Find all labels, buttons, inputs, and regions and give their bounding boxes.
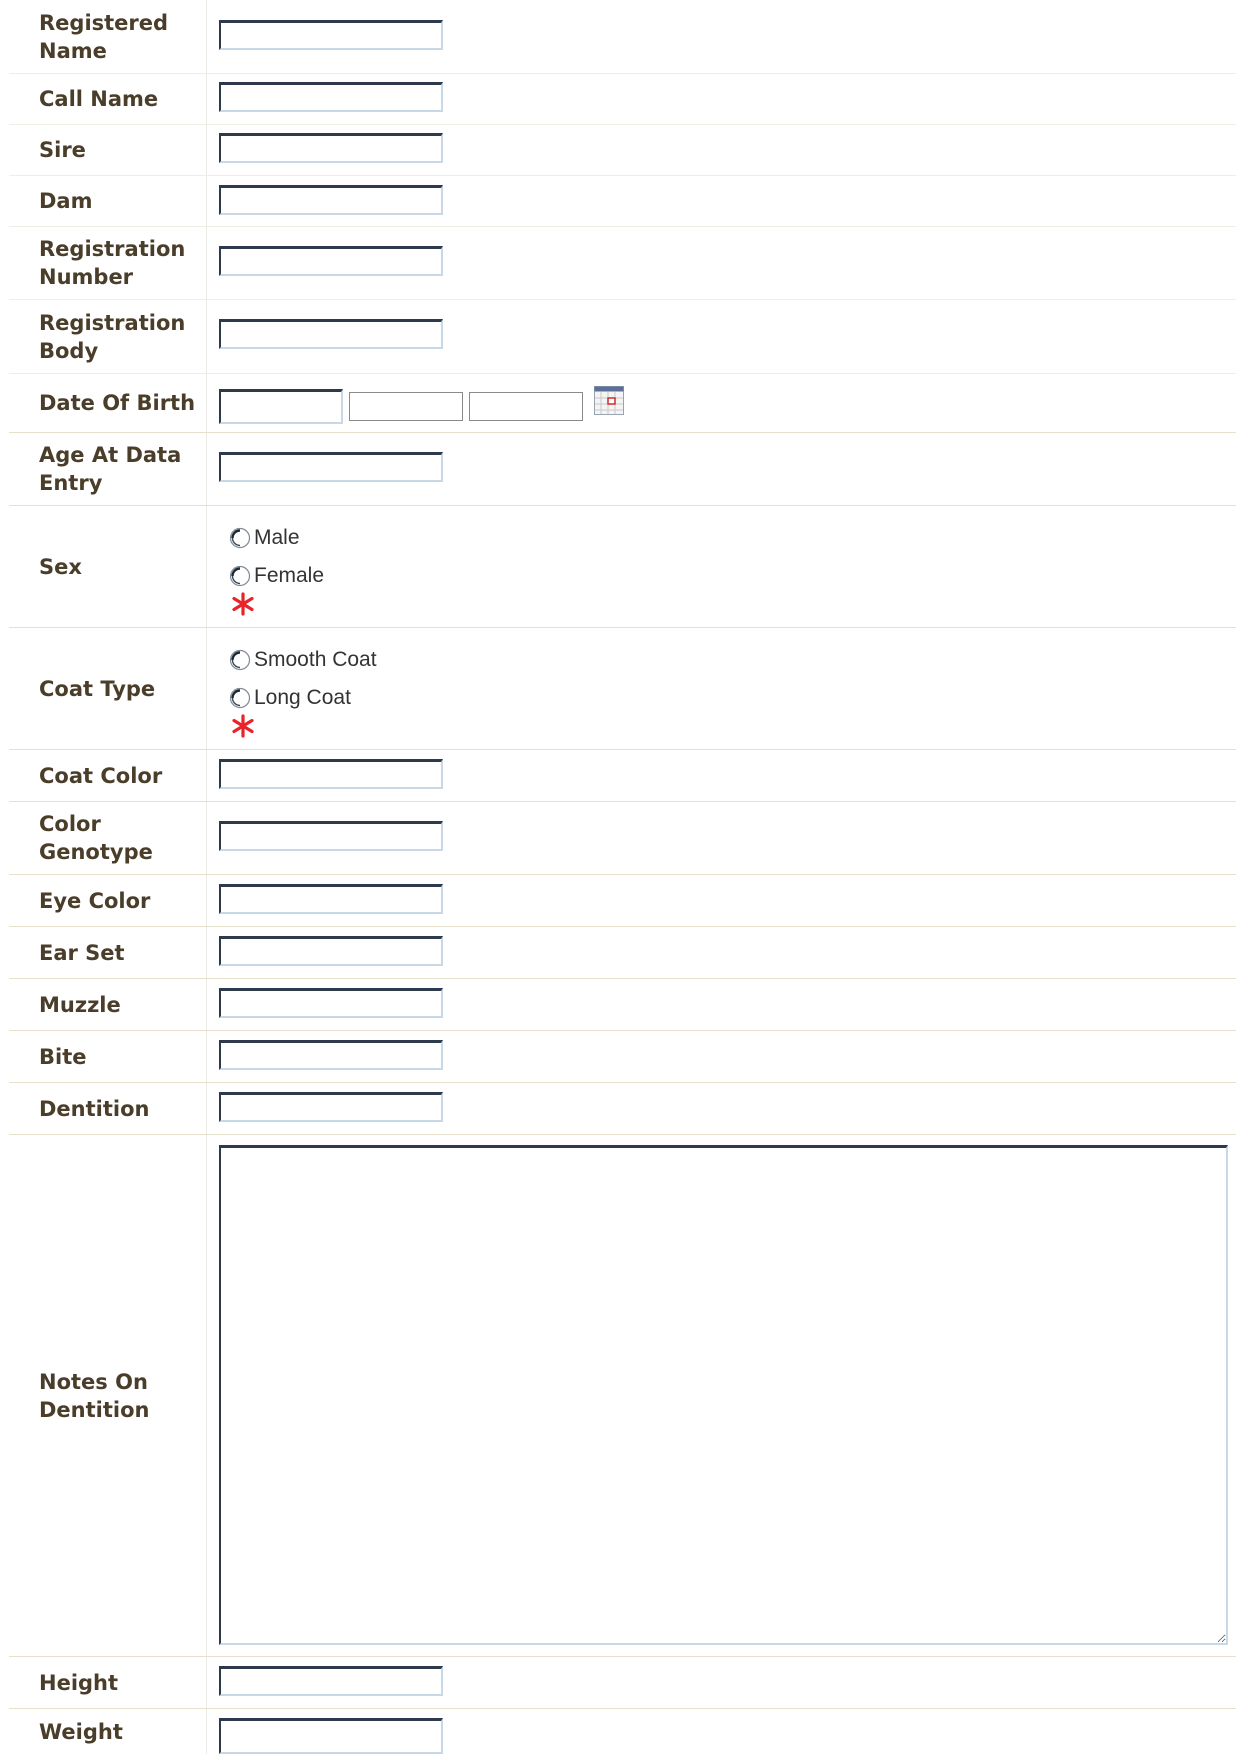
dentition-label: Dentition bbox=[39, 1096, 150, 1121]
coat-type-label: Coat Type bbox=[39, 676, 156, 701]
row-call-name: Call Name bbox=[9, 74, 1236, 125]
radio-button[interactable] bbox=[229, 649, 251, 671]
row-sire: Sire bbox=[9, 125, 1236, 176]
ear-set-label: Ear Set bbox=[39, 940, 125, 965]
row-registration-number: Registration Number bbox=[9, 227, 1236, 300]
color-genotype-input[interactable] bbox=[219, 821, 443, 851]
row-bite: Bite bbox=[9, 1031, 1236, 1083]
row-ear-set: Ear Set bbox=[9, 927, 1236, 979]
bite-input[interactable] bbox=[219, 1040, 443, 1070]
row-eye-color: Eye Color bbox=[9, 875, 1236, 927]
call-name-input[interactable] bbox=[219, 82, 443, 112]
height-label: Height bbox=[39, 1670, 119, 1695]
asterisk-icon bbox=[232, 592, 254, 616]
color-genotype-label: Color Genotype bbox=[39, 812, 153, 864]
radio-button[interactable] bbox=[229, 565, 251, 587]
age-at-data-entry-label: Age At Data Entry bbox=[39, 443, 182, 495]
date-of-birth-day-input[interactable] bbox=[219, 389, 343, 424]
row-registration-body: Registration Body bbox=[9, 300, 1236, 374]
radio-button[interactable] bbox=[229, 687, 251, 709]
row-muzzle: Muzzle bbox=[9, 979, 1236, 1031]
row-sex: Sex bbox=[9, 506, 1236, 628]
eye-color-label: Eye Color bbox=[39, 888, 151, 913]
weight-input[interactable] bbox=[219, 1718, 443, 1754]
coat-type-option-smooth-label: Smooth Coat bbox=[254, 648, 377, 671]
coat-color-label: Coat Color bbox=[39, 763, 163, 788]
row-coat-type: Coat Type bbox=[9, 628, 1236, 750]
ear-set-input[interactable] bbox=[219, 936, 443, 966]
height-input[interactable] bbox=[219, 1666, 443, 1696]
sex-option-male-label: Male bbox=[254, 526, 300, 549]
registration-body-label: Registration Body bbox=[39, 310, 186, 363]
sex-option-male[interactable]: Male bbox=[229, 524, 300, 552]
dentition-input[interactable] bbox=[219, 1092, 443, 1122]
registration-number-input[interactable] bbox=[219, 246, 443, 276]
notes-on-dentition-label: Notes On Dentition bbox=[39, 1369, 150, 1422]
radio-button[interactable] bbox=[229, 527, 251, 549]
age-at-data-entry-input[interactable] bbox=[219, 452, 443, 482]
row-color-genotype: Color Genotype bbox=[9, 802, 1236, 875]
date-of-birth-label: Date Of Birth bbox=[39, 391, 196, 415]
row-weight: Weight bbox=[9, 1709, 1236, 1754]
row-coat-color: Coat Color bbox=[9, 750, 1236, 802]
row-height: Height bbox=[9, 1657, 1236, 1709]
sire-label: Sire bbox=[39, 138, 86, 162]
row-age-at-data-entry: Age At Data Entry bbox=[9, 433, 1236, 506]
registered-name-label: Registered Name bbox=[39, 10, 169, 63]
row-dam: Dam bbox=[9, 176, 1236, 227]
date-of-birth-month-input[interactable] bbox=[349, 392, 463, 421]
call-name-label: Call Name bbox=[39, 87, 159, 111]
dam-input[interactable] bbox=[219, 185, 443, 215]
calendar-icon[interactable] bbox=[594, 386, 624, 415]
sex-option-female-label: Female bbox=[254, 564, 325, 587]
registered-name-input[interactable] bbox=[219, 20, 443, 50]
dam-label: Dam bbox=[39, 189, 93, 213]
coat-type-option-smooth[interactable]: Smooth Coat bbox=[229, 646, 377, 674]
weight-label: Weight bbox=[39, 1719, 123, 1744]
sex-option-female[interactable]: Female bbox=[229, 562, 324, 590]
registration-number-label: Registration Number bbox=[39, 237, 186, 289]
muzzle-input[interactable] bbox=[219, 988, 443, 1018]
row-dentition: Dentition bbox=[9, 1083, 1236, 1135]
eye-color-input[interactable] bbox=[219, 884, 443, 914]
registration-body-input[interactable] bbox=[219, 319, 443, 349]
muzzle-label: Muzzle bbox=[39, 992, 121, 1017]
row-registered-name: Registered Name bbox=[9, 0, 1236, 74]
dog-details-form: Registered Name Call Name Sire Dam Regis… bbox=[0, 0, 1236, 1754]
sire-input[interactable] bbox=[219, 133, 443, 163]
date-of-birth-year-input[interactable] bbox=[469, 392, 583, 421]
asterisk-icon bbox=[232, 714, 254, 738]
coat-type-option-long[interactable]: Long Coat bbox=[229, 684, 351, 712]
coat-type-option-long-label: Long Coat bbox=[254, 686, 351, 709]
bite-label: Bite bbox=[39, 1044, 87, 1069]
notes-on-dentition-textarea[interactable] bbox=[219, 1145, 1228, 1645]
sex-label: Sex bbox=[39, 554, 82, 579]
coat-color-input[interactable] bbox=[219, 759, 443, 789]
